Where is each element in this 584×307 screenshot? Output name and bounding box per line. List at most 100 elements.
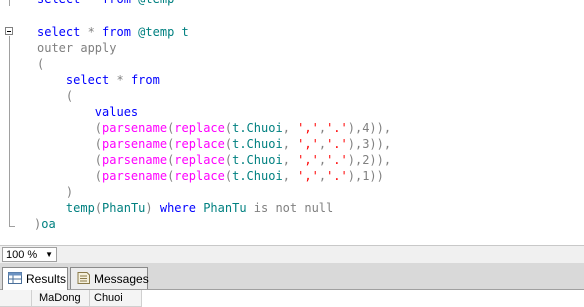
code-line: temp(PhanTu) where PhanTu is not null (37, 200, 333, 216)
code-token: '.' (326, 169, 348, 183)
code-token: , (282, 137, 298, 151)
code-token: replace (174, 121, 225, 135)
code-token: '.' (326, 137, 348, 151)
code-token: where (159, 201, 196, 215)
code-token: t.Chuoi (232, 169, 283, 183)
code-line: (parsename(replace(t.Chuoi, ',','.'),3))… (37, 136, 391, 152)
code-token: parsename (102, 137, 168, 151)
query-editor[interactable]: select * from @tempselect * from @temp t… (0, 0, 584, 245)
code-token: * (109, 73, 131, 87)
code-token: select (65, 73, 110, 87)
tab-messages[interactable]: Messages (70, 267, 149, 289)
code-token: @temp (131, 0, 174, 6)
code-token: parsename (102, 169, 168, 183)
code-token: is not null (253, 201, 334, 215)
code-token: , (282, 153, 298, 167)
code-token: ( (65, 89, 74, 103)
code-token: ( (94, 201, 103, 215)
code-token: replace (174, 153, 225, 167)
tab-results-label: Results (26, 272, 67, 286)
tab-messages-label: Messages (94, 272, 149, 286)
tab-results[interactable]: Results (2, 267, 68, 290)
zoom-select[interactable]: 100 % ▼ (2, 247, 57, 262)
code-token: , (282, 169, 298, 183)
zoom-value: 100 % (6, 249, 38, 261)
results-grid[interactable]: MaDong Chuoi (0, 290, 584, 307)
code-token: outer apply (37, 41, 117, 55)
code-token: values (94, 105, 139, 119)
outline-end (9, 226, 15, 227)
code-line: outer apply (37, 40, 116, 56)
code-token: t.Chuoi (232, 121, 283, 135)
code-token: ),2)), (347, 153, 392, 167)
outline-guide (9, 36, 10, 226)
code-line: select * from @temp t (37, 24, 189, 40)
code-token: , (318, 169, 327, 183)
code-token: * (80, 0, 102, 6)
horizontal-scrollbar[interactable] (58, 249, 584, 260)
code-line: (parsename(replace(t.Chuoi, ',','.'),1)) (37, 168, 384, 184)
editor-status-bar: 100 % ▼ (0, 245, 584, 263)
code-line: ( (37, 88, 73, 104)
code-token: ),4)), (347, 121, 392, 135)
code-token: PhanTu (102, 201, 146, 215)
code-token: temp (65, 201, 95, 215)
code-token: '.' (326, 153, 348, 167)
code-line: ) (37, 184, 73, 200)
column-header-madong[interactable]: MaDong (32, 290, 90, 307)
code-token: ) (65, 185, 74, 199)
code-line: )oa (34, 216, 56, 232)
code-token: replace (174, 137, 225, 151)
code-token: t.Chuoi (232, 137, 283, 151)
code-token: , (318, 137, 327, 151)
row-header-corner[interactable] (0, 290, 32, 307)
code-token: ',' (297, 137, 319, 151)
code-token: from (102, 25, 131, 39)
code-token: ),3)), (347, 137, 392, 151)
code-token: from (102, 0, 131, 6)
results-grid-icon (8, 272, 22, 284)
code-token: * (80, 25, 103, 39)
code-token: t.Chuoi (232, 153, 283, 167)
code-token: ( (37, 57, 45, 71)
code-token: ( (94, 137, 103, 151)
code-token: ( (94, 169, 103, 183)
code-token: select (37, 0, 80, 6)
code-line: ( (37, 56, 44, 72)
code-token: ',' (297, 121, 319, 135)
outline-guide (9, 0, 10, 6)
chevron-down-icon: ▼ (45, 250, 53, 259)
code-token: select (37, 25, 81, 39)
code-token: '.' (326, 121, 348, 135)
code-token: replace (174, 169, 225, 183)
code-token: ),1)) (347, 169, 384, 183)
code-token: oa (41, 217, 56, 231)
results-tab-bar: Results Messages (0, 263, 584, 290)
code-token: @temp t (130, 25, 189, 39)
code-token: , (318, 153, 327, 167)
code-token: ( (94, 153, 103, 167)
messages-icon (77, 272, 90, 284)
code-line: values (37, 104, 138, 120)
code-line: select * from (37, 72, 160, 88)
code-token: , (318, 121, 327, 135)
code-token: ) (145, 201, 160, 215)
code-line: select * from @temp (37, 0, 174, 7)
code-token: parsename (102, 153, 168, 167)
code-line: (parsename(replace(t.Chuoi, ',','.'),2))… (37, 152, 391, 168)
code-token: ( (94, 121, 103, 135)
code-token: from (130, 73, 160, 87)
code-token: PhanTu (195, 201, 254, 215)
column-header-chuoi[interactable]: Chuoi (90, 290, 142, 307)
code-line: (parsename(replace(t.Chuoi, ',','.'),4))… (37, 120, 391, 136)
code-token: ',' (297, 153, 319, 167)
collapse-icon[interactable] (5, 27, 13, 35)
